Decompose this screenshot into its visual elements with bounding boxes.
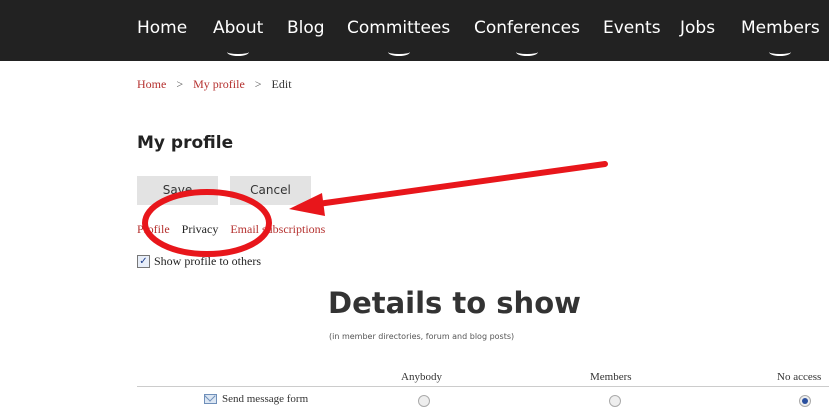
nav-item-conferences-label: Conferences — [474, 18, 581, 38]
show-profile-option[interactable]: ✓ Show profile to others — [137, 254, 261, 269]
breadcrumb: Home > My profile > Edit — [137, 77, 292, 92]
show-profile-checkbox[interactable]: ✓ — [137, 255, 150, 268]
radio-no-access[interactable] — [799, 395, 811, 407]
row-label-text: Send message form — [222, 393, 309, 405]
profile-tabs: Profile Privacy Email subscriptions — [137, 222, 334, 237]
breadcrumb-separator: > — [254, 77, 262, 91]
breadcrumb-my-profile-link[interactable]: My profile — [193, 77, 245, 91]
details-subheading: (in member directories, forum and blog p… — [329, 332, 515, 341]
nav-item-members[interactable]: Members — [741, 18, 820, 56]
page-title: My profile — [137, 133, 234, 153]
radio-members[interactable] — [609, 395, 621, 407]
radio-anybody[interactable] — [418, 395, 430, 407]
nav-item-jobs[interactable]: Jobs — [680, 18, 715, 38]
submenu-indicator-icon — [516, 48, 538, 56]
top-nav-bar: Home About Blog Committees Conferences E… — [0, 0, 829, 61]
column-header-no-access: No access — [777, 371, 822, 383]
submenu-indicator-icon — [387, 48, 410, 56]
tab-email-subscriptions[interactable]: Email subscriptions — [230, 222, 325, 236]
tab-profile[interactable]: Profile — [137, 222, 170, 236]
save-button[interactable]: Save — [137, 176, 218, 205]
nav-item-committees-label: Committees — [347, 18, 451, 38]
row-label: Send message form — [204, 393, 308, 405]
nav-item-events[interactable]: Events — [603, 18, 661, 38]
show-profile-label: Show profile to others — [154, 254, 261, 268]
nav-item-blog[interactable]: Blog — [287, 18, 325, 38]
tab-privacy[interactable]: Privacy — [182, 222, 219, 236]
annotation-arrow-line — [315, 161, 608, 207]
column-header-anybody: Anybody — [401, 371, 442, 383]
breadcrumb-current: Edit — [271, 77, 292, 91]
column-header-members: Members — [590, 371, 632, 383]
nav-item-home[interactable]: Home — [137, 18, 187, 38]
nav-item-about-label: About — [213, 18, 264, 38]
submenu-indicator-icon — [769, 48, 792, 56]
cancel-button[interactable]: Cancel — [230, 176, 311, 205]
nav-item-conferences[interactable]: Conferences — [474, 18, 581, 56]
submenu-indicator-icon — [227, 48, 250, 56]
table-row: Send message form — [0, 392, 829, 410]
breadcrumb-separator: > — [176, 77, 184, 91]
envelope-icon — [204, 394, 217, 404]
annotation-overlay — [142, 161, 608, 257]
table-divider — [137, 386, 829, 387]
nav-item-members-label: Members — [741, 18, 820, 38]
nav-item-about[interactable]: About — [213, 18, 264, 56]
breadcrumb-home-link[interactable]: Home — [137, 77, 166, 91]
details-heading: Details to show — [328, 286, 581, 320]
nav-item-committees[interactable]: Committees — [347, 18, 451, 56]
